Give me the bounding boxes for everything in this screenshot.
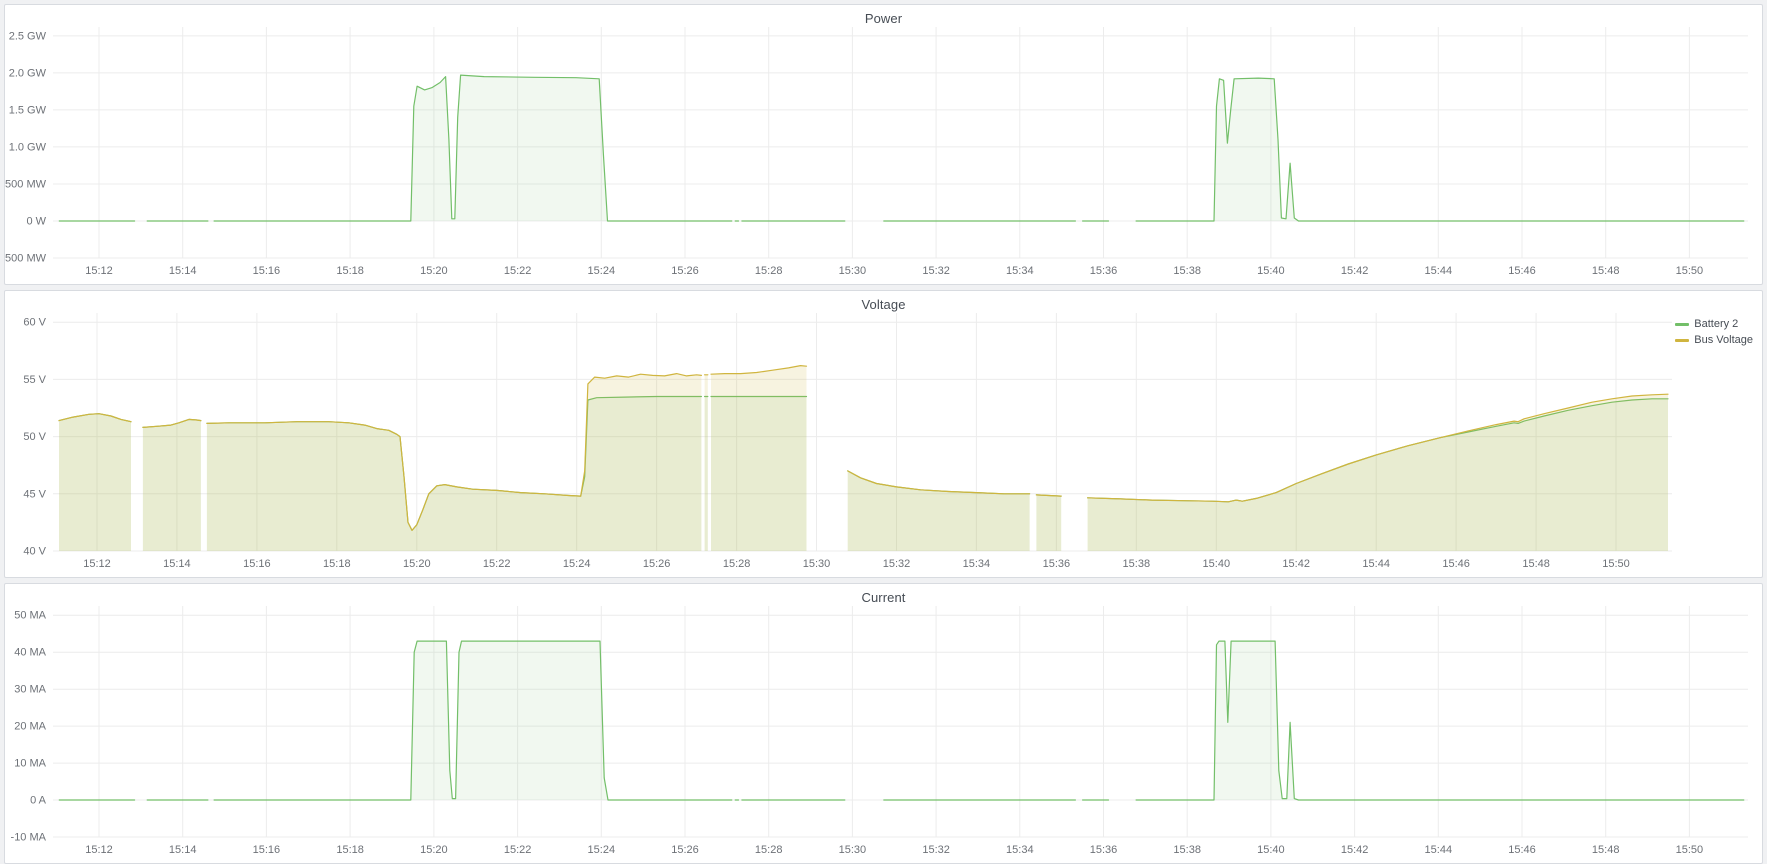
legend-item-bus-voltage[interactable]: Bus Voltage <box>1675 334 1753 346</box>
svg-text:15:48: 15:48 <box>1522 558 1550 570</box>
svg-text:15:42: 15:42 <box>1282 558 1310 570</box>
legend-label-bus-voltage: Bus Voltage <box>1694 334 1753 346</box>
svg-text:15:26: 15:26 <box>671 265 699 277</box>
svg-text:50 MA: 50 MA <box>14 610 46 622</box>
svg-text:15:12: 15:12 <box>85 844 113 856</box>
legend-label-battery-2: Battery 2 <box>1694 318 1738 330</box>
svg-text:50 V: 50 V <box>23 431 46 443</box>
svg-text:15:22: 15:22 <box>483 558 511 570</box>
svg-text:40 V: 40 V <box>23 546 46 558</box>
svg-text:15:48: 15:48 <box>1592 265 1620 277</box>
svg-text:15:32: 15:32 <box>883 558 911 570</box>
svg-text:0 A: 0 A <box>30 795 47 807</box>
current-panel-title[interactable]: Current <box>5 590 1762 605</box>
svg-text:45 V: 45 V <box>23 488 46 500</box>
svg-text:15:28: 15:28 <box>755 265 783 277</box>
svg-text:15:18: 15:18 <box>336 265 364 277</box>
voltage-legend: Battery 2 Bus Voltage <box>1675 318 1753 346</box>
svg-text:15:34: 15:34 <box>1006 265 1034 277</box>
svg-text:15:44: 15:44 <box>1425 844 1453 856</box>
svg-text:55 V: 55 V <box>23 374 46 386</box>
svg-text:15:50: 15:50 <box>1602 558 1630 570</box>
svg-text:15:20: 15:20 <box>403 558 431 570</box>
svg-text:15:46: 15:46 <box>1442 558 1470 570</box>
svg-text:15:40: 15:40 <box>1203 558 1231 570</box>
svg-text:15:34: 15:34 <box>1006 844 1034 856</box>
svg-text:60 V: 60 V <box>23 317 46 329</box>
svg-text:15:30: 15:30 <box>839 265 867 277</box>
svg-text:20 MA: 20 MA <box>14 721 46 733</box>
svg-text:15:30: 15:30 <box>839 844 867 856</box>
svg-text:15:40: 15:40 <box>1257 265 1285 277</box>
svg-text:15:14: 15:14 <box>169 844 197 856</box>
svg-text:15:16: 15:16 <box>253 844 281 856</box>
svg-text:15:50: 15:50 <box>1676 844 1704 856</box>
svg-text:15:44: 15:44 <box>1362 558 1390 570</box>
svg-text:15:12: 15:12 <box>83 558 111 570</box>
svg-text:15:20: 15:20 <box>420 844 448 856</box>
power-panel-title[interactable]: Power <box>5 11 1762 26</box>
svg-text:15:16: 15:16 <box>243 558 271 570</box>
svg-text:15:38: 15:38 <box>1123 558 1151 570</box>
svg-text:15:38: 15:38 <box>1173 844 1201 856</box>
battery-2-series-color-icon <box>1675 323 1689 326</box>
svg-text:15:14: 15:14 <box>169 265 197 277</box>
svg-text:1.5 GW: 1.5 GW <box>9 104 47 116</box>
svg-text:15:40: 15:40 <box>1257 844 1285 856</box>
svg-text:15:42: 15:42 <box>1341 844 1369 856</box>
svg-text:15:32: 15:32 <box>922 265 950 277</box>
svg-text:15:18: 15:18 <box>323 558 351 570</box>
svg-text:15:26: 15:26 <box>671 844 699 856</box>
svg-text:15:42: 15:42 <box>1341 265 1369 277</box>
svg-text:15:24: 15:24 <box>588 265 616 277</box>
svg-text:15:48: 15:48 <box>1592 844 1620 856</box>
svg-text:15:28: 15:28 <box>723 558 751 570</box>
svg-text:15:18: 15:18 <box>336 844 364 856</box>
svg-text:500 MW: 500 MW <box>5 179 47 191</box>
svg-text:10 MA: 10 MA <box>14 758 46 770</box>
svg-text:40 MA: 40 MA <box>14 647 46 659</box>
svg-text:15:50: 15:50 <box>1676 265 1704 277</box>
svg-text:15:36: 15:36 <box>1090 844 1118 856</box>
svg-text:15:32: 15:32 <box>922 844 950 856</box>
voltage-chart[interactable]: 60 V 55 V 50 V 45 V 40 V 15:12 15:14 15:16 15:18… <box>5 291 1762 575</box>
svg-text:15:22: 15:22 <box>504 265 532 277</box>
power-chart[interactable]: 2.5 GW 2.0 GW 1.5 GW 1.0 GW 500 MW 0 W -500 MW… <box>5 5 1762 282</box>
svg-text:15:44: 15:44 <box>1425 265 1453 277</box>
current-panel: Current 50 MA 40 MA 30 MA 20 MA 10 MA 0 A -10 … <box>4 583 1763 864</box>
svg-text:0 W: 0 W <box>26 216 46 228</box>
voltage-panel: Voltage 60 V 55 V 50 V 45 V 40 V 15:12 15:14 15… <box>4 290 1763 578</box>
svg-text:15:36: 15:36 <box>1043 558 1071 570</box>
svg-text:15:22: 15:22 <box>504 844 532 856</box>
svg-text:15:46: 15:46 <box>1508 265 1536 277</box>
svg-text:15:28: 15:28 <box>755 844 783 856</box>
voltage-panel-title[interactable]: Voltage <box>5 297 1762 312</box>
svg-text:1.0 GW: 1.0 GW <box>9 141 47 153</box>
svg-text:15:12: 15:12 <box>85 265 113 277</box>
legend-item-battery-2[interactable]: Battery 2 <box>1675 318 1753 330</box>
svg-text:15:14: 15:14 <box>163 558 191 570</box>
svg-text:2.5 GW: 2.5 GW <box>9 30 47 42</box>
svg-text:30 MA: 30 MA <box>14 684 46 696</box>
svg-text:15:30: 15:30 <box>803 558 831 570</box>
svg-text:15:16: 15:16 <box>253 265 281 277</box>
svg-text:15:34: 15:34 <box>963 558 991 570</box>
svg-text:15:26: 15:26 <box>643 558 671 570</box>
dashboard: Power 2.5 GW 2.0 GW 1.5 GW 1.0 GW 500 MW 0 W -… <box>0 0 1767 863</box>
bus-voltage-series-color-icon <box>1675 339 1689 342</box>
svg-text:15:36: 15:36 <box>1090 265 1118 277</box>
svg-text:15:24: 15:24 <box>588 844 616 856</box>
svg-text:-500 MW: -500 MW <box>5 253 47 265</box>
current-chart[interactable]: 50 MA 40 MA 30 MA 20 MA 10 MA 0 A -10 MA 15:12 1… <box>5 584 1762 861</box>
svg-text:-10 MA: -10 MA <box>11 832 47 844</box>
power-panel: Power 2.5 GW 2.0 GW 1.5 GW 1.0 GW 500 MW 0 W -… <box>4 4 1763 285</box>
svg-text:15:20: 15:20 <box>420 265 448 277</box>
svg-text:15:46: 15:46 <box>1508 844 1536 856</box>
svg-text:15:24: 15:24 <box>563 558 591 570</box>
svg-text:2.0 GW: 2.0 GW <box>9 67 47 79</box>
svg-text:15:38: 15:38 <box>1173 265 1201 277</box>
